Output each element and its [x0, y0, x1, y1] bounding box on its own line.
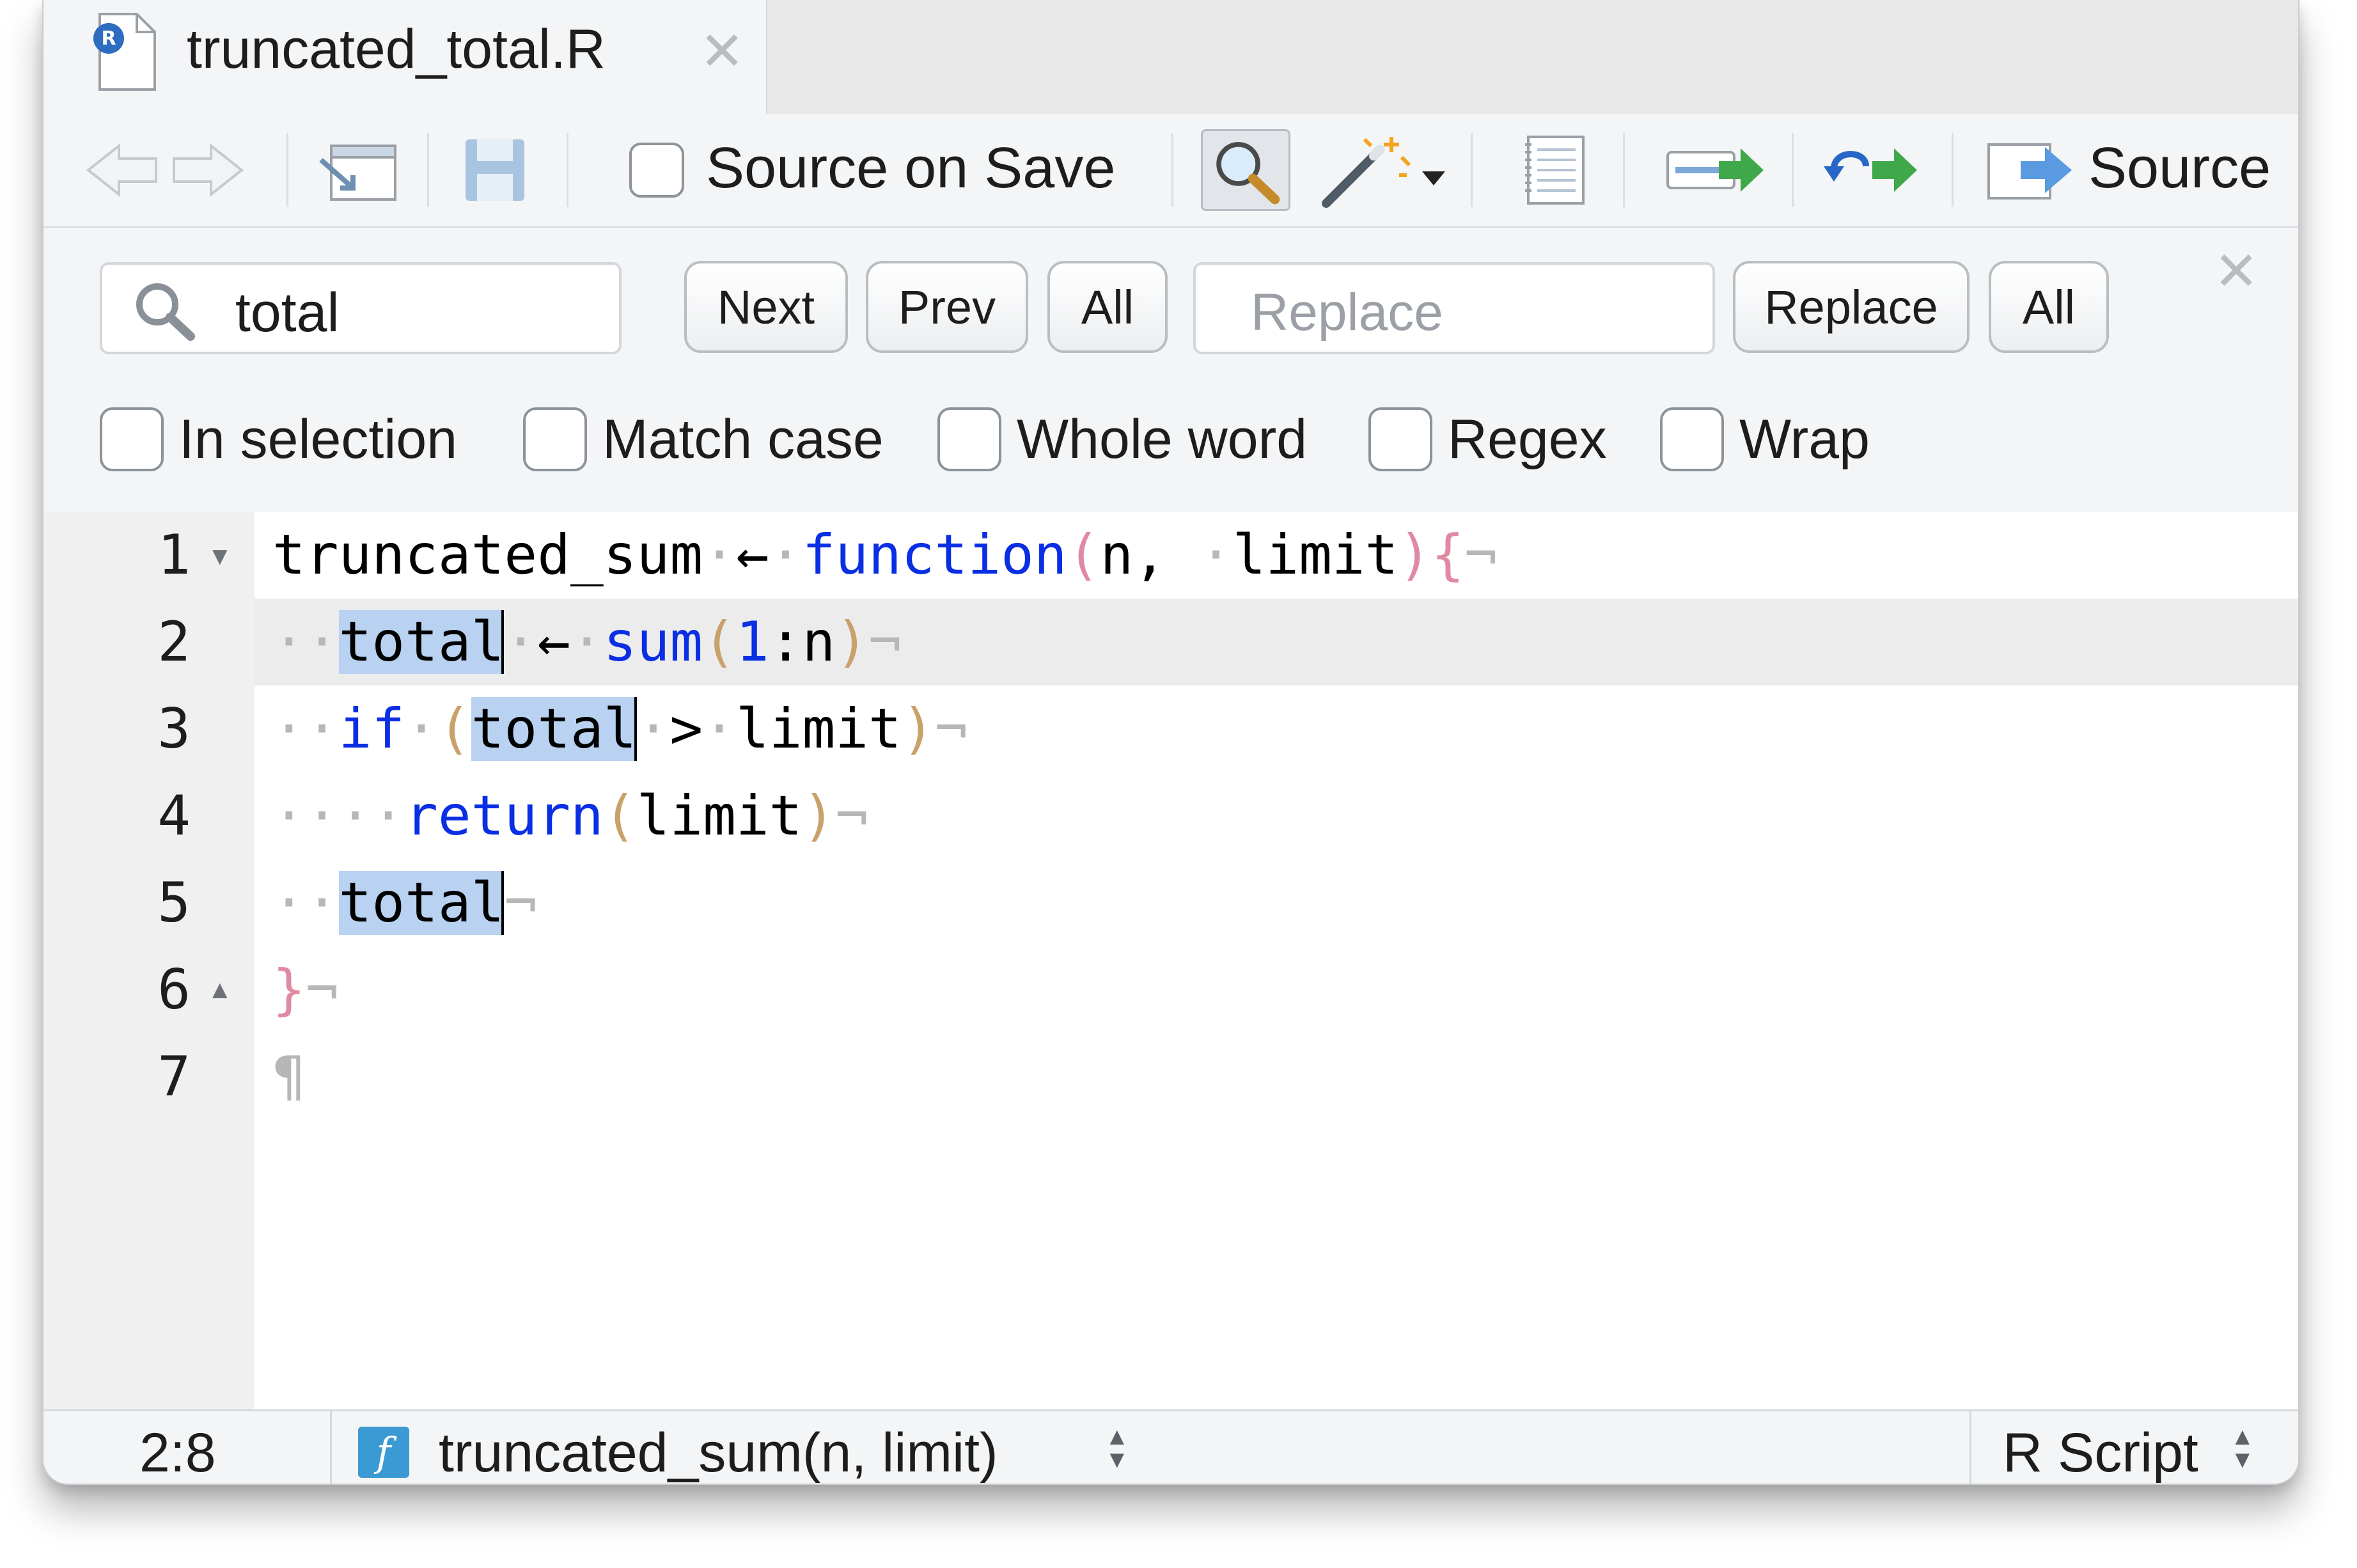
file-type-selector[interactable]: R Script	[2003, 1422, 2198, 1484]
back-arrow-icon[interactable]	[82, 130, 165, 210]
r-file-icon: R	[93, 13, 156, 91]
regex-label: Regex	[1448, 408, 1607, 470]
source-on-save-label: Source on Save	[706, 136, 1116, 200]
status-bar: 2:8 f truncated_sum(n, limit) ▲ ▼ R Scrip…	[43, 1409, 2298, 1484]
code-editor[interactable]: 1 2 3 4 5 6 7 ▼ ▲ truncated_sum·←·functi…	[43, 512, 2298, 1409]
match-case-option[interactable]: Match case	[523, 404, 884, 474]
whole-word-label: Whole word	[1017, 408, 1308, 470]
regex-option[interactable]: Regex	[1368, 404, 1607, 474]
replace-placeholder: Replace	[1251, 283, 1443, 341]
match-case-label: Match case	[602, 408, 884, 470]
updown-icon[interactable]: ▲ ▼	[2230, 1425, 2255, 1472]
cursor-position: 2:8	[139, 1422, 216, 1484]
match-case-checkbox[interactable]	[523, 407, 587, 471]
line-number: 1	[157, 523, 191, 587]
find-replace-bar: total Next Prev All Replace Replace All …	[43, 228, 2298, 512]
search-icon	[136, 283, 195, 341]
in-selection-label: In selection	[179, 408, 458, 470]
close-icon[interactable]: ✕	[700, 24, 744, 78]
line-number: 2	[157, 610, 191, 674]
tab-title: truncated_total.R	[187, 19, 606, 80]
whole-word-checkbox[interactable]	[937, 407, 1001, 471]
search-match: total	[471, 697, 637, 761]
fold-end-icon[interactable]: ▲	[207, 976, 233, 1005]
whole-word-option[interactable]: Whole word	[937, 404, 1307, 474]
search-match: total	[338, 610, 505, 674]
wrap-checkbox[interactable]	[1660, 407, 1724, 471]
tab-bar: R truncated_total.R ✕	[43, 0, 2298, 114]
code-line-1: truncated_sum·←·function(n, ·limit){¬	[272, 523, 1498, 587]
save-icon[interactable]	[453, 130, 536, 210]
run-line-icon[interactable]	[1661, 130, 1770, 210]
in-selection-option[interactable]: In selection	[100, 404, 457, 474]
tab-truncated-total[interactable]: R truncated_total.R ✕	[43, 0, 767, 114]
replace-all-button[interactable]: All	[1989, 261, 2109, 353]
token-identifier: truncated_sum	[272, 523, 703, 587]
code-line-7: ¶	[272, 1033, 306, 1120]
token-assign: ←	[735, 523, 769, 587]
magnifier-icon	[1216, 142, 1280, 205]
search-match: total	[338, 871, 505, 935]
regex-checkbox[interactable]	[1368, 407, 1432, 471]
forward-arrow-icon[interactable]	[165, 130, 248, 210]
line-number: 5	[157, 871, 191, 935]
compile-report-icon[interactable]	[1514, 130, 1597, 210]
wrap-option[interactable]: Wrap	[1660, 404, 1870, 474]
show-in-new-window-icon[interactable]	[312, 130, 402, 210]
close-icon[interactable]: ✕	[2214, 244, 2259, 298]
pilcrow-mark: ¶	[272, 1045, 306, 1109]
code-line-4: ····return(limit)¬	[272, 784, 869, 848]
source-icon[interactable]	[1984, 130, 2079, 210]
line-number: 7	[157, 1045, 191, 1109]
search-input[interactable]	[100, 262, 622, 354]
editor-toolbar: Source on Save Source	[43, 114, 2298, 228]
rstudio-editor-window: R truncated_total.R ✕ Source on Save Sou…	[42, 0, 2299, 1485]
source-on-save-checkbox[interactable]	[629, 130, 684, 210]
chevron-down-icon	[1422, 171, 1445, 185]
fold-collapse-icon[interactable]: ▼	[207, 542, 233, 571]
code-line-5: ··total¬	[272, 871, 538, 935]
magic-wand-icon[interactable]	[1320, 130, 1448, 210]
r-letter: R	[101, 27, 116, 50]
line-number: 6	[157, 958, 191, 1022]
prev-button[interactable]: Prev	[866, 261, 1028, 353]
find-replace-toggle[interactable]	[1201, 129, 1290, 211]
updown-icon[interactable]: ▲ ▼	[1105, 1425, 1129, 1472]
code-line-2: ··total·←·sum(1:n)¬	[272, 610, 902, 674]
replace-button[interactable]: Replace	[1733, 261, 1969, 353]
next-button[interactable]: Next	[684, 261, 848, 353]
source-button-label[interactable]: Source	[2088, 136, 2271, 201]
line-number: 3	[157, 697, 191, 761]
code-line-6: }¬	[272, 958, 339, 1022]
rerun-icon[interactable]	[1821, 130, 1930, 210]
line-number: 4	[157, 784, 191, 848]
function-icon: f	[358, 1427, 409, 1478]
in-selection-checkbox[interactable]	[100, 407, 164, 471]
function-navigator[interactable]: truncated_sum(n, limit)	[439, 1422, 998, 1484]
search-value: total	[235, 282, 340, 343]
code-line-3: ··if·(total·>·limit)¬	[272, 697, 968, 761]
wrap-label: Wrap	[1739, 408, 1870, 470]
token-keyword: function	[802, 523, 1067, 587]
find-all-button[interactable]: All	[1047, 261, 1168, 353]
